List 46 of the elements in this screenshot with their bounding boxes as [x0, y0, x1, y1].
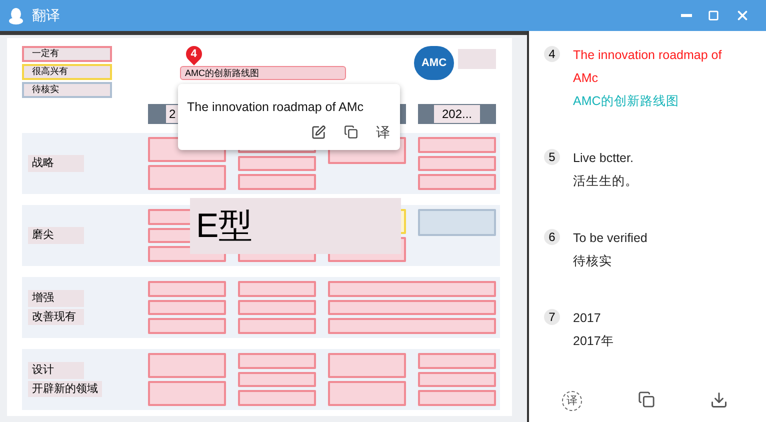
legend-item: 很高兴有: [22, 64, 112, 80]
header-label: 2: [166, 105, 179, 123]
edit-button[interactable]: [311, 124, 326, 140]
diagram-title: AMC的创新路线图: [180, 66, 346, 80]
copy-icon: [638, 391, 654, 408]
row-label: 磨尖: [28, 227, 84, 244]
logo: AMC: [414, 46, 454, 80]
maximize-button[interactable]: [708, 10, 719, 21]
maximize-icon: [708, 10, 719, 21]
close-icon: [735, 8, 750, 23]
result-item[interactable]: 4 The innovation roadmap of AMc AMC的创新路线图: [544, 44, 766, 113]
legend-item: 一定有: [22, 46, 112, 62]
source-text: The innovation roadmap of AMc: [573, 47, 723, 87]
translated-text: 待核实: [573, 253, 613, 270]
minimize-icon: [681, 14, 692, 17]
translated-text: 活生生的。: [573, 173, 639, 190]
row-label: 开辟新的领域: [28, 380, 102, 397]
result-item[interactable]: 7 2017 2017年: [544, 307, 766, 353]
copy-button[interactable]: [344, 125, 358, 140]
copy-icon: [344, 125, 358, 140]
result-number: 7: [544, 309, 560, 325]
result-number: 6: [544, 229, 560, 245]
download-icon: [710, 391, 728, 409]
legend-item: 待核实: [22, 82, 112, 98]
result-item[interactable]: 5 Live bctter. 活生生的。: [544, 147, 766, 193]
row-label: 设计: [28, 362, 84, 378]
overlay-text: E型: [190, 198, 401, 254]
header-label: 202...: [434, 105, 480, 123]
popup-text: The innovation roadmap of AMc: [187, 99, 364, 116]
source-text: Live bctter.: [573, 150, 634, 167]
row-label: 增强: [28, 290, 84, 306]
result-number: 5: [544, 149, 560, 165]
row-label: 改善现有: [28, 308, 84, 325]
translate-button[interactable]: 译: [376, 125, 390, 140]
window-title: 翻译: [32, 6, 60, 25]
translated-text: 2017年: [573, 333, 615, 350]
source-text: To be verified: [573, 230, 648, 247]
close-button[interactable]: [735, 8, 750, 23]
result-number: 4: [544, 46, 560, 62]
retranslate-button[interactable]: 译: [562, 391, 582, 411]
edit-icon: [311, 124, 326, 140]
row-label: 战略: [28, 155, 84, 172]
text-block-placeholder: [458, 49, 496, 69]
translated-text: AMC的创新路线图: [573, 93, 680, 110]
source-text: 2017: [573, 310, 602, 327]
result-item[interactable]: 6 To be verified 待核实: [544, 227, 766, 273]
